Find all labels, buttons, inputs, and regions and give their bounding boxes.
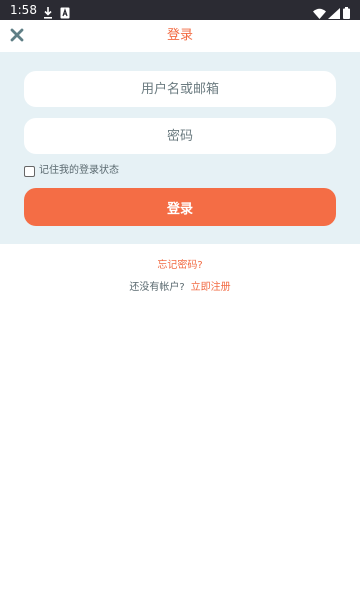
forgot-password-link[interactable]: 忘记密码?	[0, 259, 360, 273]
no-account-text: 还没有帐户?	[129, 282, 185, 293]
password-input[interactable]	[24, 118, 336, 154]
close-icon	[10, 27, 24, 46]
remember-me-checkbox[interactable]	[24, 165, 35, 177]
login-form-panel: 记住我的登录状态 登录	[0, 52, 360, 244]
login-button[interactable]: 登录	[24, 188, 336, 226]
remember-me-label: 记住我的登录状态	[39, 165, 119, 176]
username-input[interactable]	[24, 71, 336, 107]
register-link[interactable]: 立即注册	[191, 282, 231, 293]
remember-me-toggle[interactable]: 记住我的登录状态	[24, 164, 119, 178]
register-row: 还没有帐户? 立即注册	[0, 281, 360, 295]
header-bar: 登录	[0, 20, 360, 52]
close-button[interactable]	[6, 25, 28, 47]
page-title: 登录	[166, 28, 193, 43]
status-bar: 1:58	[0, 0, 360, 20]
status-time: 1:58	[10, 3, 37, 17]
